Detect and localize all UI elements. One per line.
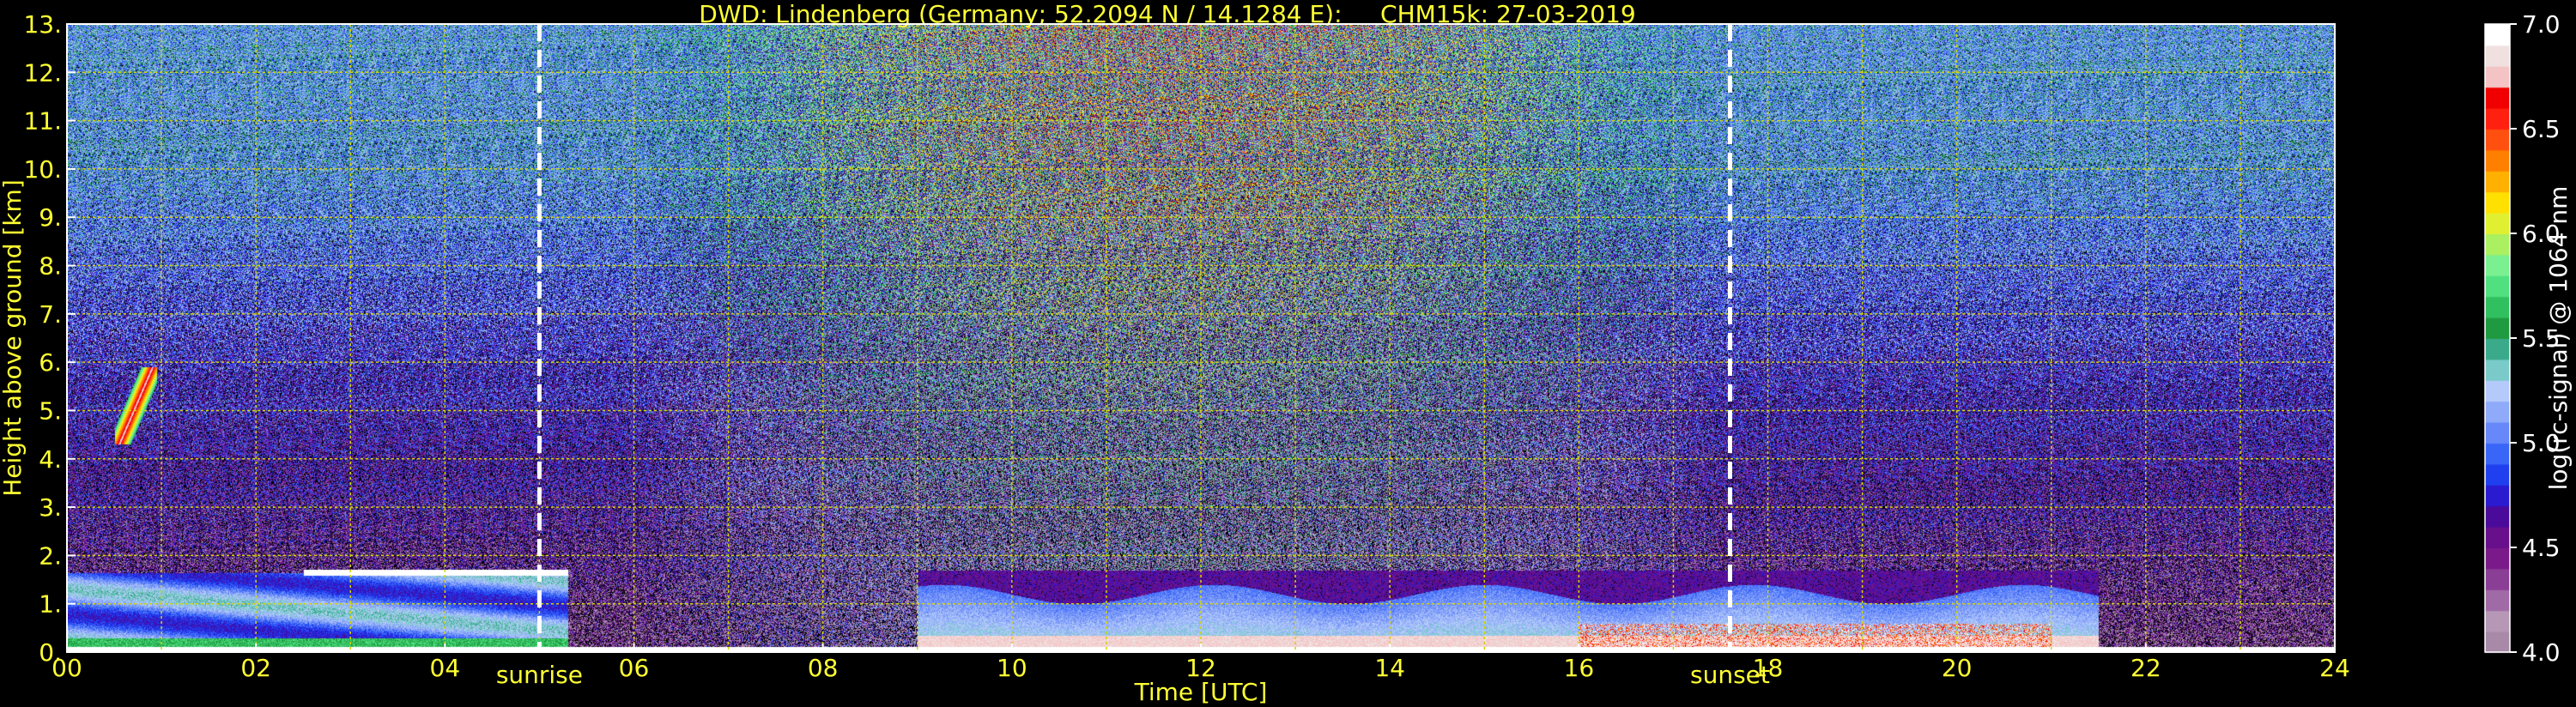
y-tick-label: 8. — [39, 252, 62, 281]
x-tick-label: 24 — [2319, 654, 2350, 682]
y-tick-label: 7. — [39, 300, 62, 329]
y-tick-label: 2. — [39, 541, 62, 570]
y-tick-label: 6. — [39, 348, 62, 377]
chart-overlay: 00 02 04 06 08 10 12 14 16 18 20 22 240.1.2.3.4.5.6.… — [0, 10, 2573, 706]
y-tick-label: 10. — [23, 155, 62, 184]
y-axis-label: Height above ground [km] — [0, 179, 27, 497]
x-tick-label: 08 — [808, 654, 839, 682]
y-tick-label: 12. — [23, 58, 62, 87]
y-tick-label: 5. — [39, 396, 62, 425]
sunrise-label: sunrise — [496, 661, 583, 689]
y-tick-label: 3. — [39, 493, 62, 522]
x-axis-label: Time [UTC] — [1134, 678, 1268, 706]
x-tick-label: 02 — [240, 654, 271, 682]
colorbar-label: log(rc-signal) @ 1064 nm — [2544, 186, 2573, 491]
x-tick-label: 22 — [2131, 654, 2161, 682]
colorbar-tick-label: 6.5 — [2522, 115, 2561, 143]
y-tick-label: 13. — [23, 10, 62, 39]
y-tick-label: 4. — [39, 445, 62, 474]
sunset-label: sunset — [1690, 661, 1770, 689]
colorbar-tick-label: 4.5 — [2522, 534, 2561, 562]
colorbar-tick-label: 4.0 — [2522, 638, 2561, 667]
x-tick-label: 14 — [1374, 654, 1405, 682]
x-tick-label: 20 — [1942, 654, 1973, 682]
y-tick-label: 1. — [39, 590, 62, 619]
x-tick-label: 06 — [619, 654, 650, 682]
x-tick-label: 16 — [1564, 654, 1595, 682]
y-tick-label: 0. — [39, 638, 62, 667]
x-tick-label: 10 — [997, 654, 1027, 682]
colorbar-tick-label: 7.0 — [2522, 10, 2561, 39]
x-tick-label: 04 — [430, 654, 461, 682]
y-tick-label: 9. — [39, 203, 62, 232]
colorbar-frame — [2484, 23, 2511, 653]
y-tick-label: 11. — [23, 107, 62, 136]
